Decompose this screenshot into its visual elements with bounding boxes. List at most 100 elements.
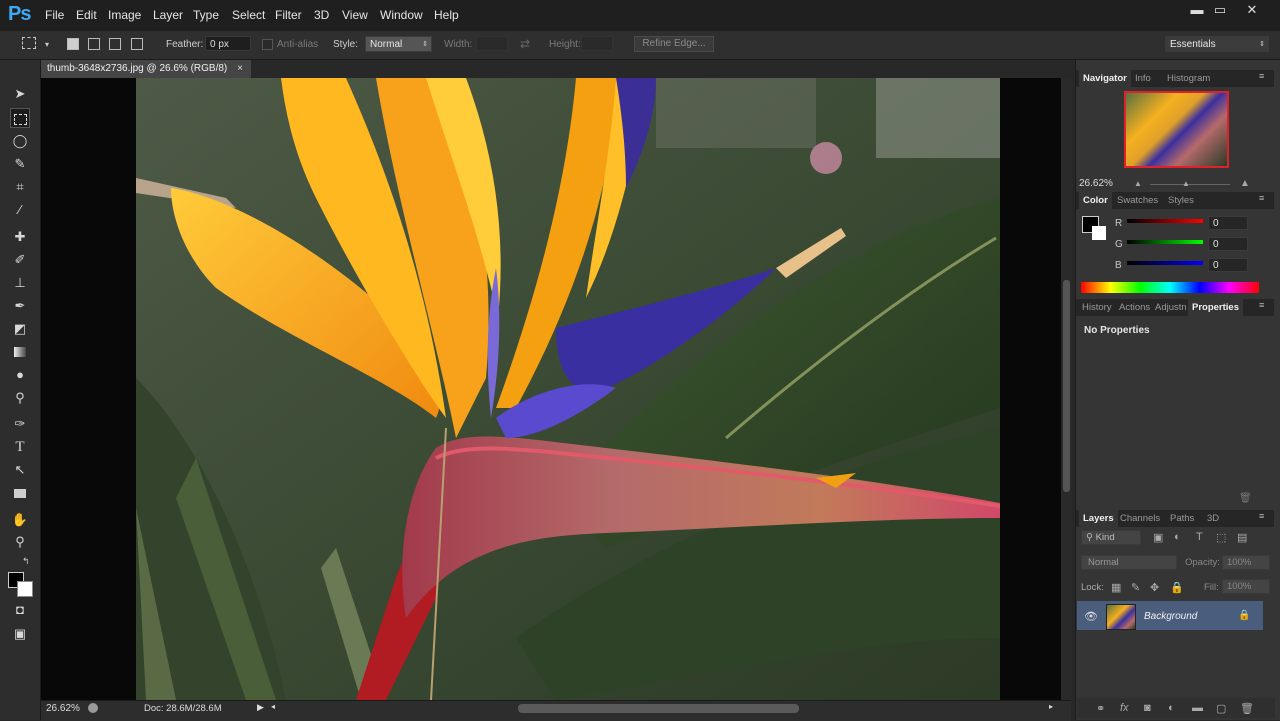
zoom-tool-icon[interactable]: ⚲ (10, 532, 30, 552)
smart-object-filter-icon[interactable]: ▤ (1237, 531, 1247, 544)
gradient-tool-icon[interactable] (10, 342, 30, 362)
close-tab-icon[interactable]: × (237, 60, 243, 78)
vertical-scroll-thumb[interactable] (1063, 280, 1070, 492)
quick-select-tool-icon[interactable]: ✎ (10, 154, 30, 174)
tab-info[interactable]: Info (1135, 70, 1151, 87)
eye-icon[interactable]: 👁 (1084, 610, 1098, 623)
menu-filter[interactable]: Filter (275, 8, 302, 22)
navigator-thumbnail[interactable] (1124, 91, 1229, 168)
layer-name[interactable]: Background (1144, 611, 1197, 622)
menu-layer[interactable]: Layer (153, 8, 183, 22)
rectangle-tool-icon[interactable] (10, 484, 30, 504)
tab-layers[interactable]: Layers (1079, 510, 1118, 527)
panel-menu-icon[interactable]: ≡ (1259, 300, 1264, 310)
document-tab[interactable]: thumb-3648x2736.jpg @ 26.6% (RGB/8) × (41, 60, 251, 78)
lock-transparent-icon[interactable]: ▦ (1111, 581, 1121, 594)
add-selection-icon[interactable] (88, 38, 100, 50)
zoom-in-icon[interactable]: ▲ (1240, 178, 1250, 189)
panel-menu-icon[interactable]: ≡ (1259, 71, 1264, 81)
brush-tool-icon[interactable]: ✐ (10, 250, 30, 270)
red-value[interactable]: 0 (1208, 216, 1248, 230)
menu-window[interactable]: Window (380, 8, 423, 22)
zoom-slider[interactable] (1150, 184, 1230, 185)
move-tool-icon[interactable]: ➤ (10, 84, 30, 104)
fill-input[interactable]: 100% (1222, 579, 1270, 594)
scroll-right-icon[interactable]: ▸ (1049, 702, 1053, 711)
menu-edit[interactable]: Edit (76, 8, 97, 22)
new-group-icon[interactable]: ▬ (1192, 702, 1203, 714)
tab-paths[interactable]: Paths (1170, 510, 1194, 527)
tab-3d[interactable]: 3D (1207, 510, 1219, 527)
green-value[interactable]: 0 (1208, 237, 1248, 251)
swap-colors-icon[interactable]: ↰ (22, 556, 30, 567)
menu-type[interactable]: Type (193, 8, 219, 22)
status-zoom[interactable]: 26.62% (46, 703, 80, 714)
close-button[interactable]: ✕ (1241, 2, 1263, 18)
height-input[interactable] (581, 36, 613, 51)
canvas-image[interactable] (136, 78, 1000, 700)
dodge-tool-icon[interactable]: ⚲ (10, 388, 30, 408)
panel-menu-icon[interactable]: ≡ (1259, 193, 1264, 203)
opacity-input[interactable]: 100% (1222, 555, 1270, 570)
workspace-dropdown[interactable]: Essentials ⇕ (1165, 36, 1269, 52)
blur-tool-icon[interactable]: ● (10, 365, 30, 385)
tab-adjustments[interactable]: Adjustn (1155, 299, 1187, 316)
menu-3d[interactable]: 3D (314, 8, 329, 22)
layer-lock-icon[interactable]: 🔒 (1238, 610, 1250, 621)
status-info-icon[interactable] (88, 703, 98, 713)
color-bg-swatch[interactable] (1092, 226, 1106, 240)
panel-menu-icon[interactable]: ≡ (1259, 511, 1264, 521)
minimize-button[interactable]: ▬ (1186, 2, 1208, 18)
feather-input[interactable]: 0 px (205, 36, 251, 51)
menu-image[interactable]: Image (108, 8, 141, 22)
trash-icon[interactable]: 🗑 (1239, 493, 1252, 504)
pen-tool-icon[interactable]: ✑ (10, 414, 30, 434)
marquee-preset-icon[interactable] (22, 37, 36, 49)
tab-channels[interactable]: Channels (1120, 510, 1160, 527)
blue-value[interactable]: 0 (1208, 258, 1248, 272)
fx-icon[interactable]: fx (1120, 702, 1129, 714)
new-layer-icon[interactable]: ▢ (1216, 702, 1226, 715)
pixel-filter-icon[interactable]: ▣ (1153, 531, 1163, 544)
menu-select[interactable]: Select (232, 8, 265, 22)
crop-tool-icon[interactable]: ⌗ (10, 177, 30, 197)
screen-mode-icon[interactable]: ▣ (10, 624, 30, 644)
lock-pixels-icon[interactable]: ✎ (1131, 581, 1140, 594)
healing-brush-tool-icon[interactable]: ✚ (10, 227, 30, 247)
blend-mode-dropdown[interactable]: Normal (1081, 555, 1177, 570)
tab-histogram[interactable]: Histogram (1167, 70, 1210, 87)
red-slider[interactable] (1127, 219, 1203, 223)
history-brush-tool-icon[interactable]: ✒ (10, 296, 30, 316)
zoom-out-icon[interactable]: ▲ (1134, 179, 1142, 188)
tab-navigator[interactable]: Navigator (1079, 70, 1131, 87)
delete-layer-icon[interactable]: 🗑 (1240, 702, 1254, 715)
marquee-tool-icon[interactable] (10, 108, 30, 128)
zoom-slider-thumb[interactable]: ▲ (1182, 179, 1190, 188)
hand-tool-icon[interactable]: ✋ (10, 510, 30, 530)
style-dropdown[interactable]: Normal ⇕ (365, 36, 432, 52)
blue-slider[interactable] (1127, 261, 1203, 265)
adjustment-layer-icon[interactable]: ◐ (1168, 702, 1175, 714)
type-tool-icon[interactable]: T (10, 437, 30, 457)
navigator-zoom[interactable]: 26.62% (1079, 178, 1113, 189)
tab-history[interactable]: History (1082, 299, 1112, 316)
lasso-tool-icon[interactable]: ◯ (10, 131, 30, 151)
menu-view[interactable]: View (342, 8, 368, 22)
menu-help[interactable]: Help (434, 8, 459, 22)
tab-styles[interactable]: Styles (1168, 192, 1194, 209)
horizontal-scroll-thumb[interactable] (518, 704, 799, 713)
color-spectrum[interactable] (1081, 282, 1259, 293)
background-color-swatch[interactable] (17, 581, 33, 597)
type-filter-icon[interactable]: T (1196, 531, 1203, 543)
swap-icon[interactable]: ⇄ (520, 37, 530, 51)
path-selection-tool-icon[interactable]: ↖ (10, 460, 30, 480)
status-menu-arrow-icon[interactable]: ▶ (257, 702, 264, 713)
green-slider[interactable] (1127, 240, 1203, 244)
lock-all-icon[interactable]: 🔒 (1170, 581, 1184, 594)
tab-actions[interactable]: Actions (1119, 299, 1150, 316)
clone-stamp-tool-icon[interactable]: ⊥ (10, 273, 30, 293)
scroll-left-icon[interactable]: ◂ (271, 702, 275, 711)
antialias-checkbox[interactable] (262, 39, 273, 50)
menu-file[interactable]: File (45, 8, 64, 22)
add-mask-icon[interactable]: ◙ (1144, 702, 1151, 714)
